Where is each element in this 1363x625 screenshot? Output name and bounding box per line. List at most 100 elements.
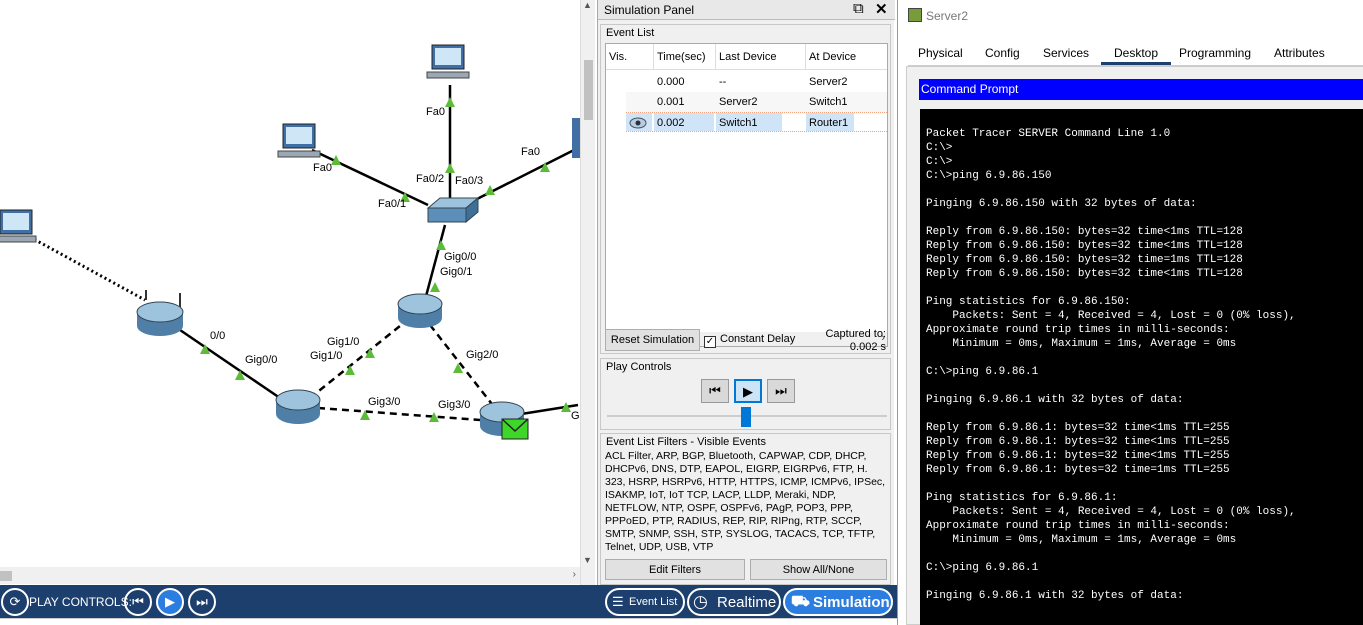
realtime-button-label: Realtime [717, 594, 777, 611]
time-clock-icon[interactable]: ⟳ [1, 588, 29, 616]
show-all-none-button[interactable]: Show All/None [750, 559, 887, 580]
event-row[interactable]: 0.000 -- Server2 [606, 72, 887, 92]
pc-top-icon [426, 44, 470, 79]
column-header-last-device[interactable]: Last Device [716, 44, 806, 69]
canvas-horizontal-scrollbar[interactable]: › [0, 567, 580, 584]
reset-simulation-button[interactable]: Reset Simulation [605, 329, 700, 351]
link-pc-left-switch [311, 148, 429, 207]
filters-list: ACL Filter, ARP, BGP, Bluetooth, CAPWAP,… [605, 450, 886, 553]
port-label: Fa0/2 [416, 173, 445, 185]
pdu-envelope-icon [501, 418, 529, 440]
simulation-panel-titlebar: Simulation Panel ⧉ ✕ [598, 0, 895, 20]
list-icon: ☰ [612, 594, 624, 609]
command-prompt-titlebar: Command Prompt [919, 79, 1363, 100]
link-up-indicator [430, 282, 440, 292]
event-at-device: Switch1 [809, 96, 848, 108]
link-up-indicator [445, 163, 455, 173]
pc-left-icon [277, 123, 321, 158]
step-forward-icon[interactable]: ⏭ [767, 379, 795, 403]
edit-filters-button[interactable]: Edit Filters [605, 559, 745, 580]
event-at-device: Router1 [806, 113, 854, 131]
command-prompt-terminal[interactable]: Packet Tracer SERVER Command Line 1.0 C:… [920, 109, 1363, 625]
port-label: 0/0 [210, 330, 226, 342]
topology-drawing [0, 44, 580, 440]
device-right-edge-icon [572, 118, 580, 158]
realtime-button[interactable]: ◷ Realtime [687, 588, 781, 616]
event-list-table: Vis. Time(sec) Last Device At Device 0.0… [605, 43, 888, 347]
play-controls-title: Play Controls [606, 361, 672, 373]
port-label: Gig0/1 [440, 266, 473, 278]
port-label: Fa0 [426, 106, 445, 118]
back-icon[interactable]: ⏮ [124, 588, 152, 616]
simulation-icon: ⛟ [791, 593, 810, 610]
tab-programming[interactable]: Programming [1179, 46, 1251, 60]
play-controls-label: PLAY CONTROLS: [29, 595, 132, 609]
port-label: Fa0 [313, 162, 332, 174]
port-label: Fa0/3 [455, 175, 484, 187]
wireless-link [29, 235, 146, 302]
visible-eye-icon[interactable] [626, 113, 652, 131]
column-header-at-device[interactable]: At Device [806, 44, 887, 69]
column-header-time[interactable]: Time(sec) [654, 44, 716, 69]
event-time: 0.000 [657, 76, 685, 88]
scroll-down-arrow-icon[interactable]: ▼ [583, 555, 592, 565]
event-row-selected[interactable]: 0.002 Switch1 Router1 [626, 112, 887, 132]
link-up-indicator [345, 365, 355, 375]
status-strip [0, 618, 897, 625]
filters-title: Event List Filters - Visible Events [606, 436, 766, 448]
event-list-button[interactable]: ☰ Event List [605, 588, 685, 616]
server-title-text: Server2 [926, 9, 969, 23]
scroll-right-arrow-icon[interactable]: › [573, 569, 576, 580]
captured-value: 0.002 s [849, 341, 886, 353]
column-header-vis[interactable]: Vis. [606, 44, 654, 69]
speed-slider-thumb[interactable] [741, 407, 751, 427]
event-time: 0.001 [657, 96, 685, 108]
port-label: Gig1/0 [310, 350, 343, 362]
scrollbar-thumb[interactable] [0, 571, 12, 581]
port-label: Gig1/0 [327, 336, 360, 348]
simulation-button[interactable]: ⛟ Simulation [783, 588, 893, 616]
port-label: Gig3/0 [438, 399, 471, 411]
link-up-indicator [235, 370, 245, 380]
play-controls-group: Play Controls ⏮ ▶ ⏭ [600, 358, 891, 430]
simulation-panel-title: Simulation Panel [604, 3, 695, 17]
canvas-vertical-scrollbar[interactable]: ▲ ▼ [580, 0, 595, 585]
event-last-device: -- [719, 76, 727, 88]
router0-icon [275, 389, 321, 424]
event-time: 0.002 [654, 113, 714, 131]
constant-delay-checkbox[interactable]: ✓ Constant Delay [704, 333, 795, 348]
port-label: Fa0/1 [378, 198, 407, 210]
simulation-button-label: Simulation [813, 594, 890, 611]
play-icon[interactable]: ▶ [734, 379, 762, 403]
desktop-area: Command Prompt Packet Tracer SERVER Comm… [906, 66, 1363, 625]
tab-physical[interactable]: Physical [918, 46, 963, 60]
server-window-title: Server2 [908, 8, 968, 23]
constant-delay-label: Constant Delay [720, 333, 796, 345]
port-label: Fa0 [521, 146, 540, 158]
link-up-indicator [436, 240, 446, 250]
router1-icon [397, 293, 443, 328]
event-filters-group: Event List Filters - Visible Events ACL … [600, 433, 891, 585]
tab-config[interactable]: Config [985, 46, 1020, 60]
event-list-button-label: Event List [629, 596, 678, 608]
tab-services[interactable]: Services [1043, 46, 1089, 60]
checkbox-checked-icon[interactable]: ✓ [704, 336, 716, 348]
scrollbar-thumb[interactable] [584, 60, 593, 120]
step-back-icon[interactable]: ⏮ [701, 379, 729, 403]
forward-icon[interactable]: ⏭ [188, 588, 216, 616]
topology-canvas[interactable]: Fa0 Fa0 Fa0 Fa0/2 Fa0/3 Fa0/1 Gig0/0 Gig… [0, 0, 580, 585]
close-icon[interactable]: ✕ [875, 0, 888, 18]
link-router1-router2 [429, 324, 496, 409]
event-row[interactable]: 0.001 Server2 Switch1 [626, 92, 887, 112]
port-label: Gig0/0 [444, 251, 477, 263]
port-label: Gig3/0 [368, 396, 401, 408]
event-at-device: Server2 [809, 76, 848, 88]
tab-desktop[interactable]: Desktop [1101, 46, 1171, 65]
restore-icon[interactable]: ⧉ [853, 0, 864, 17]
scroll-up-arrow-icon[interactable]: ▲ [583, 0, 592, 10]
wireless-router-icon [136, 290, 184, 336]
play-icon[interactable]: ▶ [156, 588, 184, 616]
switch1-icon [426, 196, 480, 224]
packet-tracer-window: Fa0 Fa0 Fa0 Fa0/2 Fa0/3 Fa0/1 Gig0/0 Gig… [0, 0, 1363, 625]
tab-attributes[interactable]: Attributes [1274, 46, 1325, 60]
